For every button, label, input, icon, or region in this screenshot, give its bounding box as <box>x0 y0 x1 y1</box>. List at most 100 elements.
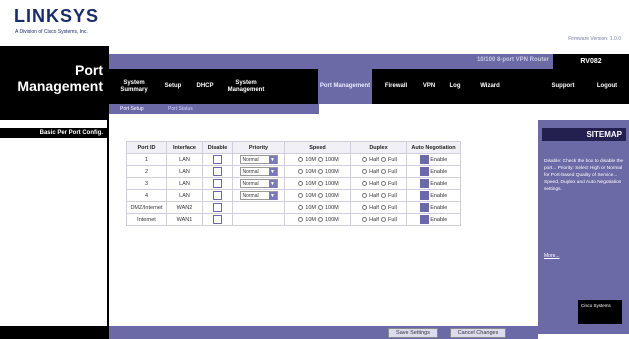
speed-option: 100M <box>324 216 339 223</box>
linksys-logo: LINKSYS <box>14 6 100 26</box>
interface: WAN2 <box>166 201 203 214</box>
duplex-radio[interactable] <box>380 156 386 162</box>
tab-wizard[interactable]: Wizard <box>472 69 508 104</box>
brand-tagline: A Division of Cisco Systems, Inc. <box>15 29 88 35</box>
page-title: Port Management <box>17 62 103 94</box>
tab-system-management[interactable]: System Management <box>222 69 270 104</box>
auto-negotiation-checkbox[interactable] <box>419 203 429 212</box>
auto-label: Enable <box>430 192 448 199</box>
speed-radio[interactable] <box>317 204 323 210</box>
tab-log[interactable]: Log <box>444 69 466 104</box>
priority-select[interactable]: Normal ▼ <box>239 155 278 164</box>
tab-system-summary[interactable]: System Summary <box>112 69 156 104</box>
col-speed: Speed <box>284 141 351 154</box>
table-row: DMZ/Internet WAN2 10M 100M Half Full Enabl… <box>126 201 461 214</box>
disable-checkbox[interactable] <box>213 155 222 164</box>
speed-radio[interactable] <box>317 216 323 222</box>
auto-negotiation-checkbox[interactable] <box>419 167 429 176</box>
speed-option: 10M <box>305 168 316 175</box>
duplex-radio[interactable] <box>380 192 386 198</box>
cancel-changes-button[interactable]: Cancel Changes <box>450 328 506 338</box>
duplex-radio[interactable] <box>362 168 368 174</box>
speed-radio[interactable] <box>317 156 323 162</box>
disable-checkbox[interactable] <box>213 167 222 176</box>
auto-negotiation-checkbox[interactable] <box>419 179 429 188</box>
tab-firewall[interactable]: Firewall <box>378 69 414 104</box>
duplex-radio[interactable] <box>380 180 386 186</box>
duplex-radio[interactable] <box>362 204 368 210</box>
sidebar <box>0 120 109 334</box>
duplex-radio[interactable] <box>380 216 386 222</box>
auto-label: Enable <box>430 204 448 211</box>
tab-dhcp[interactable]: DHCP <box>190 69 220 104</box>
model-name: 10/100 8-port VPN Router <box>476 57 549 63</box>
bottom-left-bar <box>0 326 109 339</box>
auto-negotiation-checkbox[interactable] <box>419 191 429 200</box>
duplex-radio[interactable] <box>362 156 368 162</box>
tab-logout[interactable]: Logout <box>590 69 624 104</box>
duplex-radio[interactable] <box>380 168 386 174</box>
speed-radio[interactable] <box>298 204 304 210</box>
priority-select[interactable]: Normal ▼ <box>239 191 278 200</box>
speed-radio[interactable] <box>298 156 304 162</box>
duplex-option: Half <box>369 216 379 223</box>
duplex-radio[interactable] <box>362 192 368 198</box>
disable-checkbox[interactable] <box>213 203 222 212</box>
speed-radio[interactable] <box>298 192 304 198</box>
model-badge: RV082 <box>553 54 629 69</box>
nav-top-bar <box>109 54 629 69</box>
priority-value: Normal <box>242 180 259 187</box>
priority-empty <box>232 201 285 214</box>
tab-vpn[interactable]: VPN <box>418 69 440 104</box>
cisco-logo-text: Cisco Systems <box>581 303 611 308</box>
interface: LAN <box>166 177 203 190</box>
speed-option: 10M <box>305 180 316 187</box>
col-duplex: Duplex <box>350 141 407 154</box>
speed-radio[interactable] <box>298 180 304 186</box>
priority-value: Normal <box>242 168 259 175</box>
duplex-option: Full <box>387 168 397 175</box>
tab-port-management[interactable]: Port Management <box>318 69 372 104</box>
col-priority: Priority <box>232 141 285 154</box>
speed-radio[interactable] <box>298 216 304 222</box>
duplex-radio[interactable] <box>362 216 368 222</box>
save-settings-button[interactable]: Save Settings <box>388 328 438 338</box>
col-interface: Interface <box>166 141 203 154</box>
disable-checkbox[interactable] <box>213 191 222 200</box>
speed-option: 10M <box>305 192 316 199</box>
auto-label: Enable <box>430 180 448 187</box>
duplex-radio[interactable] <box>380 204 386 210</box>
speed-option: 100M <box>324 156 339 163</box>
priority-value: Normal <box>242 156 259 163</box>
priority-select[interactable]: Normal ▼ <box>239 167 278 176</box>
subtab-port-status[interactable]: Port Status <box>168 104 193 114</box>
interface: LAN <box>166 153 203 166</box>
speed-radio[interactable] <box>298 168 304 174</box>
duplex-radio[interactable] <box>362 180 368 186</box>
subtab-port-setup[interactable]: Port Setup <box>120 104 144 114</box>
chevron-down-icon: ▼ <box>268 167 277 176</box>
chevron-down-icon: ▼ <box>268 191 277 200</box>
speed-radio[interactable] <box>317 168 323 174</box>
sitemap-title[interactable]: SITEMAP <box>542 128 626 141</box>
port-id: Internet <box>126 213 167 226</box>
table-row: 4 LAN Normal ▼ 10M 100M Half Full Enable <box>126 189 461 202</box>
speed-radio[interactable] <box>317 192 323 198</box>
auto-negotiation-checkbox[interactable] <box>419 155 429 164</box>
firmware-version: Firmware Version: 1.0.0 <box>568 36 621 42</box>
tab-support[interactable]: Support <box>546 69 580 104</box>
port-id: 2 <box>126 165 167 178</box>
disable-checkbox[interactable] <box>213 215 222 224</box>
priority-select[interactable]: Normal ▼ <box>239 179 278 188</box>
tab-setup[interactable]: Setup <box>158 69 188 104</box>
port-id: DMZ/Internet <box>126 201 167 214</box>
auto-negotiation-checkbox[interactable] <box>419 215 429 224</box>
auto-label: Enable <box>430 156 448 163</box>
auto-label: Enable <box>430 216 448 223</box>
duplex-option: Full <box>387 204 397 211</box>
sitemap-more-link[interactable]: More... <box>544 253 560 259</box>
disable-checkbox[interactable] <box>213 179 222 188</box>
speed-radio[interactable] <box>317 180 323 186</box>
speed-option: 10M <box>305 216 316 223</box>
priority-empty <box>232 213 285 226</box>
